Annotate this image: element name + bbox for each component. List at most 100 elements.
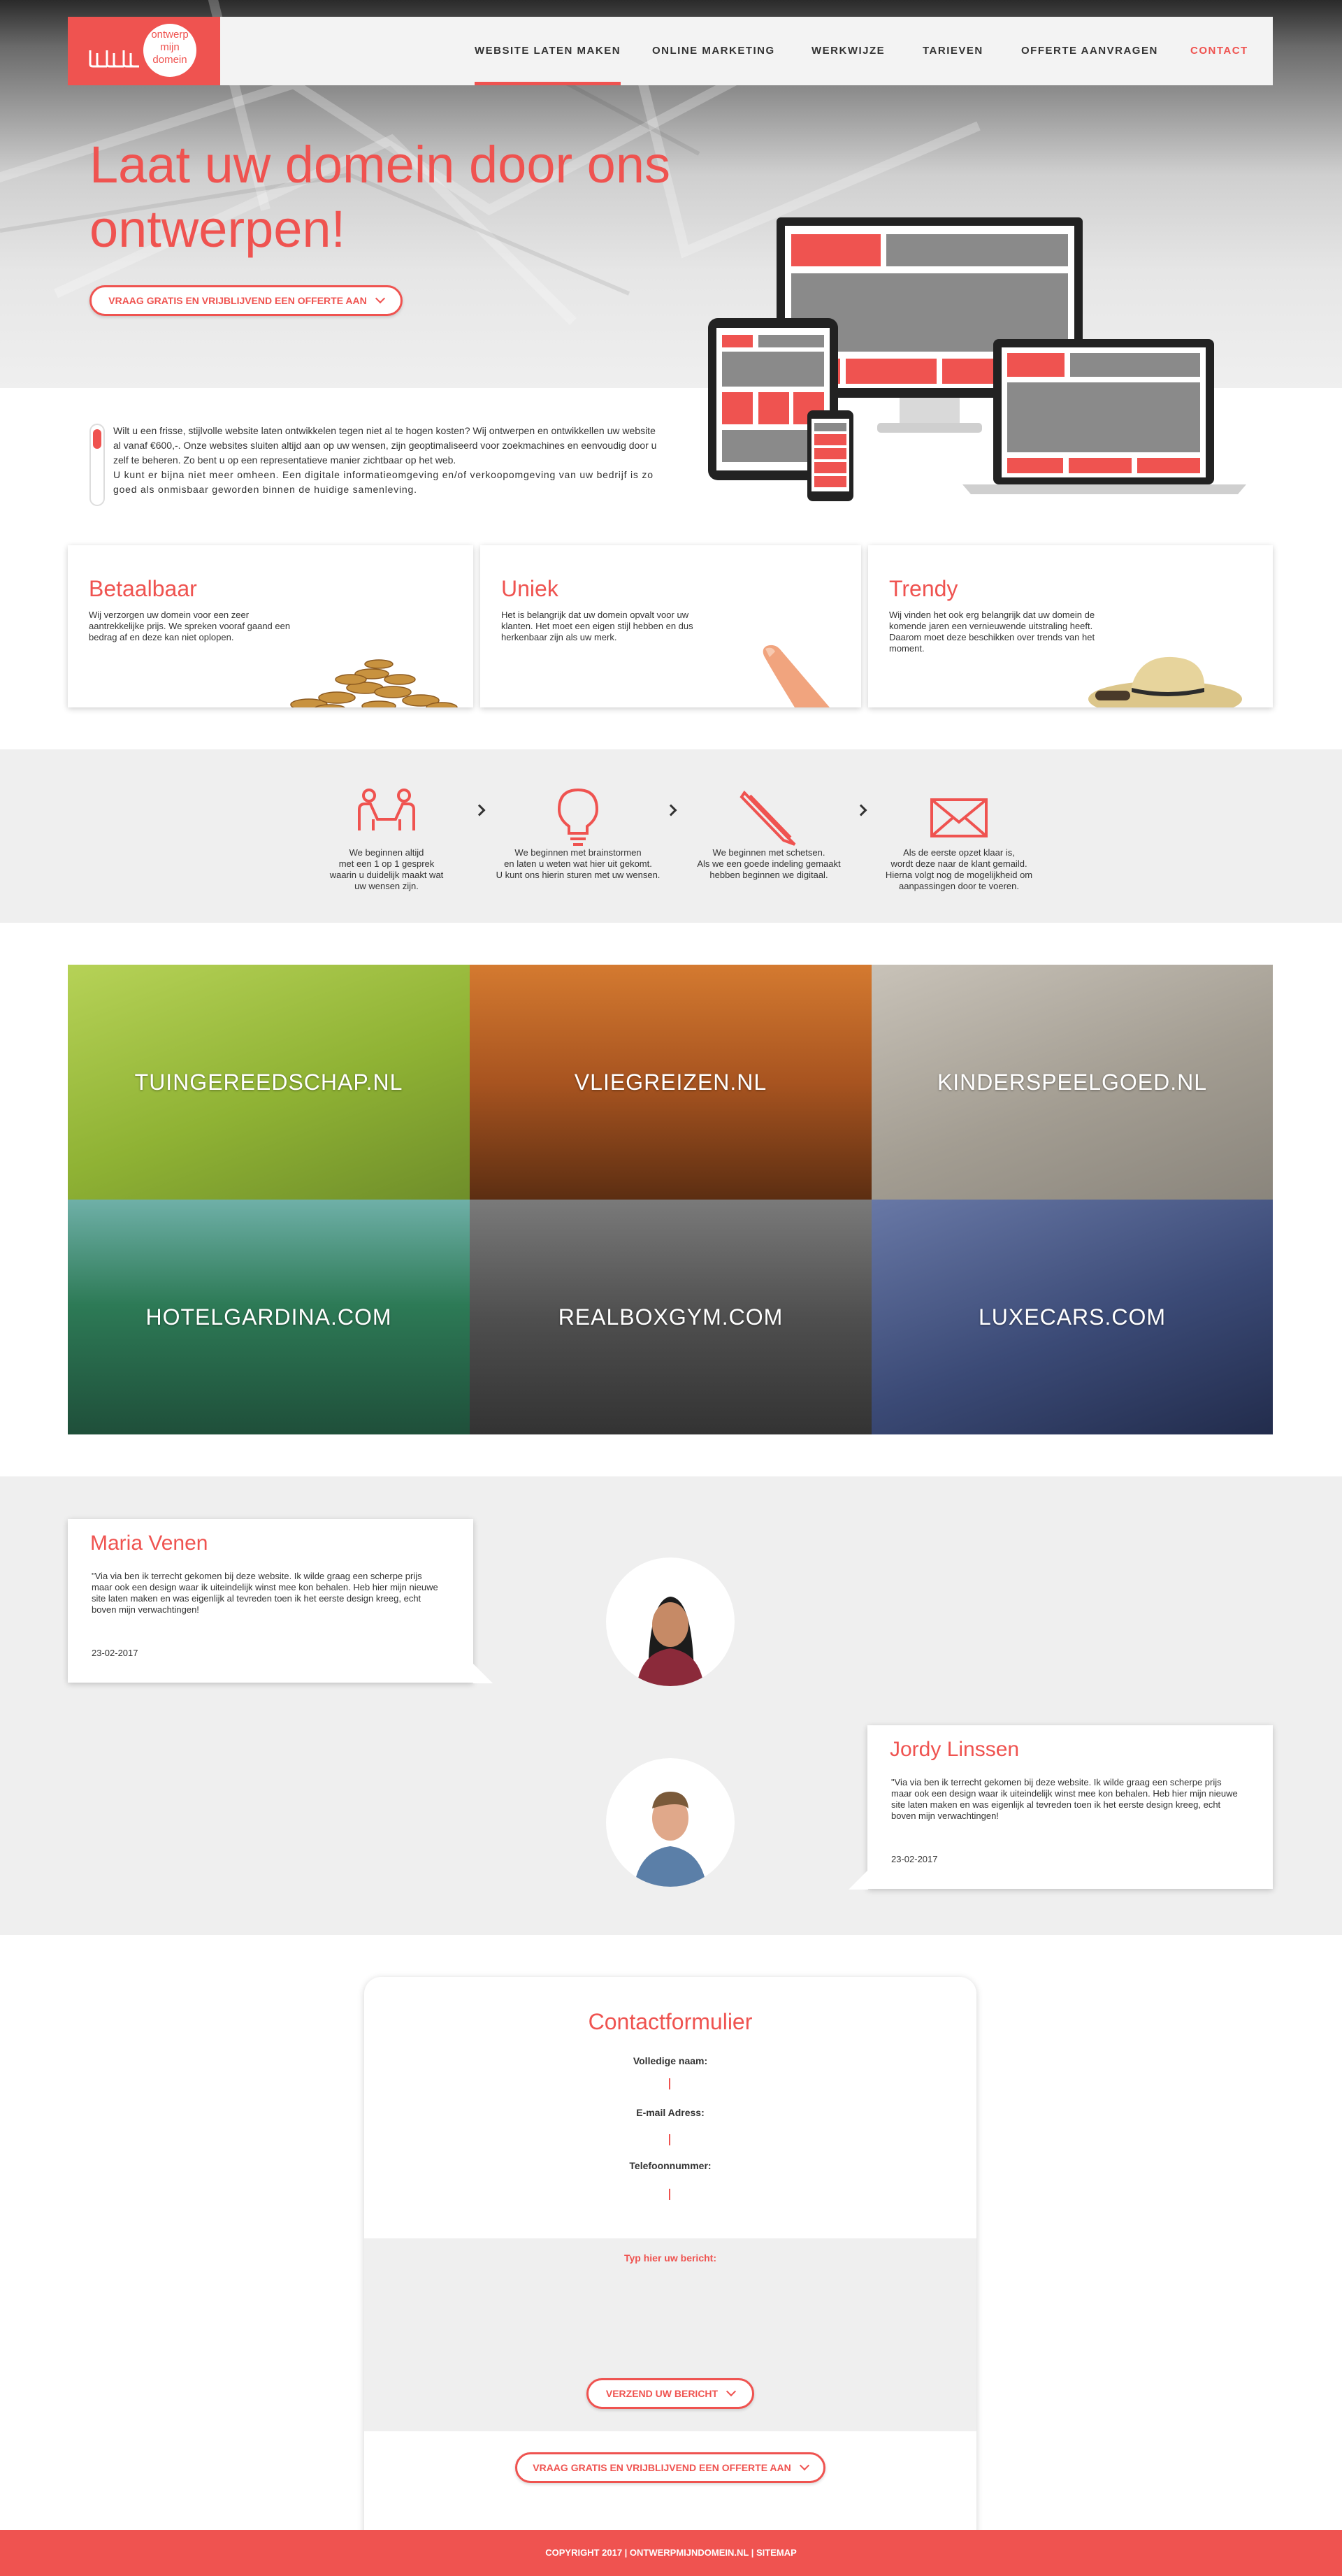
process-step-2-line-2: en laten u weten wat hier uit gekomt. — [504, 858, 652, 869]
nav-offerte-aanvragen[interactable]: OFFERTE AANVRAGEN — [1021, 17, 1158, 85]
phone-label: Telefoonnummer: — [629, 2160, 712, 2171]
portfolio-tile-realboxgym[interactable]: REALBOXGYM.COM — [470, 1200, 872, 1434]
submit-button-label: VERZEND UW BERICHT — [605, 2388, 719, 2399]
chevron-down-icon — [799, 2460, 809, 2471]
logo-text: ontwerp mijn domein — [145, 29, 195, 66]
message-area: VERZEND UW BERICHT — [364, 2238, 976, 2431]
responsive-devices-illustration — [708, 217, 1246, 501]
process-step-3-text: We beginnen met schetsen. Als we een goe… — [678, 847, 860, 881]
scroll-indicator — [89, 424, 105, 506]
logo-text-line-1: ontwerp — [151, 29, 189, 41]
logo[interactable]: ontwerp mijn domein — [68, 17, 220, 85]
intro-paragraph-1: Wilt u een frisse, stijlvolle website la… — [113, 425, 657, 466]
process-step-3-line-2: Als we een goede indeling gemaakt — [697, 858, 841, 869]
portfolio-tile-label: LUXECARS.COM — [978, 1304, 1167, 1330]
nav-tarieven[interactable]: TARIEVEN — [923, 17, 983, 85]
intro-paragraph-2: U kunt er bijna niet meer omheen. Een di… — [113, 469, 654, 495]
hero-title: Laat uw domein door ons ontwerpen! — [89, 133, 760, 261]
feature-card-title: Betaalbaar — [89, 576, 197, 601]
portfolio-tile-vliegreizen[interactable]: VLIEGREIZEN.NL — [470, 965, 872, 1200]
testimonial-quote: "Via via ben ik terrecht gekomen bij dez… — [92, 1571, 438, 1615]
process-step-1-line-4: uw wensen zijn. — [354, 881, 419, 891]
nav-contact[interactable]: CONTACT — [1190, 17, 1248, 85]
nav-website-laten-maken[interactable]: WEBSITE LATEN MAKEN — [475, 17, 621, 85]
chevron-down-icon — [375, 293, 385, 304]
feature-card-betaalbaar: Betaalbaar Wij verzorgen uw domein voor … — [68, 545, 473, 707]
speech-tail — [473, 1664, 493, 1683]
portfolio-tile-tuingereedschap[interactable]: TUINGEREEDSCHAP.NL — [68, 965, 470, 1200]
hero-title-line-2: ontwerpen! — [89, 200, 346, 258]
logo-text-line-2: mijn — [160, 41, 180, 53]
testimonial-card-maria: Maria Venen "Via via ben ik terrecht gek… — [68, 1519, 473, 1683]
feature-card-text: Wij vinden het ook erg belangrijk dat uw… — [889, 610, 1095, 654]
portfolio-tile-luxecars[interactable]: LUXECARS.COM — [872, 1200, 1273, 1434]
feature-card-trendy: Trendy Wij vinden het ook erg belangrijk… — [868, 545, 1273, 707]
portfolio-tile-label: REALBOXGYM.COM — [558, 1304, 784, 1330]
process-step-2-line-3: U kunt ons hierin sturen met uw wensen. — [496, 870, 661, 880]
name-input-caret — [669, 2078, 670, 2089]
straw-hat-image — [1088, 656, 1242, 707]
intro-text: Wilt u een frisse, stijlvolle website la… — [113, 424, 658, 497]
envelope-icon — [930, 798, 988, 837]
process-step-4-line-1: Als de eerste opzet klaar is, — [903, 847, 1015, 858]
message-textarea[interactable] — [434, 2252, 907, 2364]
lightbulb-icon — [557, 788, 599, 846]
email-label: E-mail Adress: — [636, 2107, 705, 2118]
email-input-caret — [669, 2134, 670, 2145]
process-step-1-text: We beginnen altijd met een 1 op 1 gespre… — [296, 847, 477, 892]
name-input[interactable] — [600, 2075, 740, 2093]
process-step-1-line-2: met een 1 op 1 gesprek — [338, 858, 435, 869]
feature-card-text: Het is belangrijk dat uw domein opvalt v… — [501, 610, 693, 642]
portfolio-tile-label: VLIEGREIZEN.NL — [574, 1069, 767, 1095]
process-step-3-line-3: hebben beginnen we digitaal. — [709, 870, 828, 880]
footer: COPYRIGHT 2017 | ONTWERPMIJNDOMEIN.NL | … — [0, 2530, 1342, 2576]
portfolio-tile-label: KINDERSPEELGOED.NL — [937, 1069, 1208, 1095]
email-input[interactable] — [600, 2132, 740, 2150]
contact-offerte-button[interactable]: VRAAG GRATIS EN VRIJBLIJVEND EEN OFFERTE… — [515, 2452, 825, 2483]
avatar-maria — [606, 1557, 735, 1686]
feature-card-title: Trendy — [889, 576, 958, 601]
testimonial-name: Jordy Linssen — [890, 1738, 1020, 1761]
nav-online-marketing[interactable]: ONLINE MARKETING — [652, 17, 775, 85]
finger-image — [763, 645, 830, 707]
process-step-4-line-3: Hierna volgt nog de mogelijkheid om — [885, 870, 1033, 880]
logo-text-line-3: domein — [152, 54, 187, 66]
hero-offerte-button[interactable]: VRAAG GRATIS EN VRIJBLIJVEND EEN OFFERTE… — [89, 285, 403, 316]
process-step-2-text: We beginnen met brainstormen en laten u … — [487, 847, 669, 881]
nav-werkwijze[interactable]: WERKWIJZE — [811, 17, 885, 85]
process-step-4-text: Als de eerste opzet klaar is, wordt deze… — [868, 847, 1050, 892]
process-step-4-line-2: wordt deze naar de klant gemaild. — [890, 858, 1027, 869]
meeting-icon — [358, 789, 415, 830]
process-step-1-line-3: waarin u duidelijk maakt wat — [329, 870, 444, 880]
process-section: We beginnen altijd met een 1 op 1 gespre… — [0, 749, 1342, 923]
pencil-icon — [739, 790, 796, 846]
testimonial-quote: "Via via ben ik terrecht gekomen bij dez… — [891, 1777, 1238, 1821]
process-step-2-line-1: We beginnen met brainstormen — [514, 847, 642, 858]
phone-input-caret — [669, 2189, 670, 2200]
phone-input[interactable] — [600, 2185, 740, 2203]
submit-button[interactable]: VERZEND UW BERICHT — [586, 2378, 754, 2409]
portfolio-tile-label: HOTELGARDINA.COM — [145, 1304, 392, 1330]
testimonial-date: 23-02-2017 — [92, 1648, 138, 1658]
process-step-4-line-4: aanpassingen door te voeren. — [898, 881, 1019, 891]
feature-card-text: Wij verzorgen uw domein voor een zeer aa… — [89, 610, 291, 642]
navbar: ontwerp mijn domein WEBSITE LATEN MAKEN … — [68, 17, 1273, 85]
testimonial-date: 23-02-2017 — [891, 1854, 938, 1864]
contact-form-title: Contactformulier — [588, 2009, 753, 2034]
feature-card-title: Uniek — [501, 576, 558, 601]
contact-form: Contactformulier Volledige naam: E-mail … — [364, 1977, 976, 2536]
testimonial-card-jordy: Jordy Linssen "Via via ben ik terrecht g… — [867, 1725, 1273, 1889]
portfolio-tile-label: TUINGEREEDSCHAP.NL — [134, 1069, 403, 1095]
process-step-1-line-1: We beginnen altijd — [349, 847, 424, 858]
testimonial-name: Maria Venen — [90, 1532, 208, 1555]
avatar-jordy — [606, 1758, 735, 1887]
logo-mark-icon — [89, 50, 139, 68]
speech-tail — [849, 1870, 868, 1890]
portfolio-tile-hotelgardina[interactable]: HOTELGARDINA.COM — [68, 1200, 470, 1434]
coins-image — [290, 659, 458, 707]
feature-card-uniek: Uniek Het is belangrijk dat uw domein op… — [480, 545, 861, 707]
name-label: Volledige naam: — [633, 2055, 708, 2066]
footer-text[interactable]: COPYRIGHT 2017 | ONTWERPMIJNDOMEIN.NL | … — [545, 2547, 797, 2558]
process-step-3-line-1: We beginnen met schetsen. — [712, 847, 825, 858]
portfolio-tile-kinderspeelgoed[interactable]: KINDERSPEELGOED.NL — [872, 965, 1273, 1200]
